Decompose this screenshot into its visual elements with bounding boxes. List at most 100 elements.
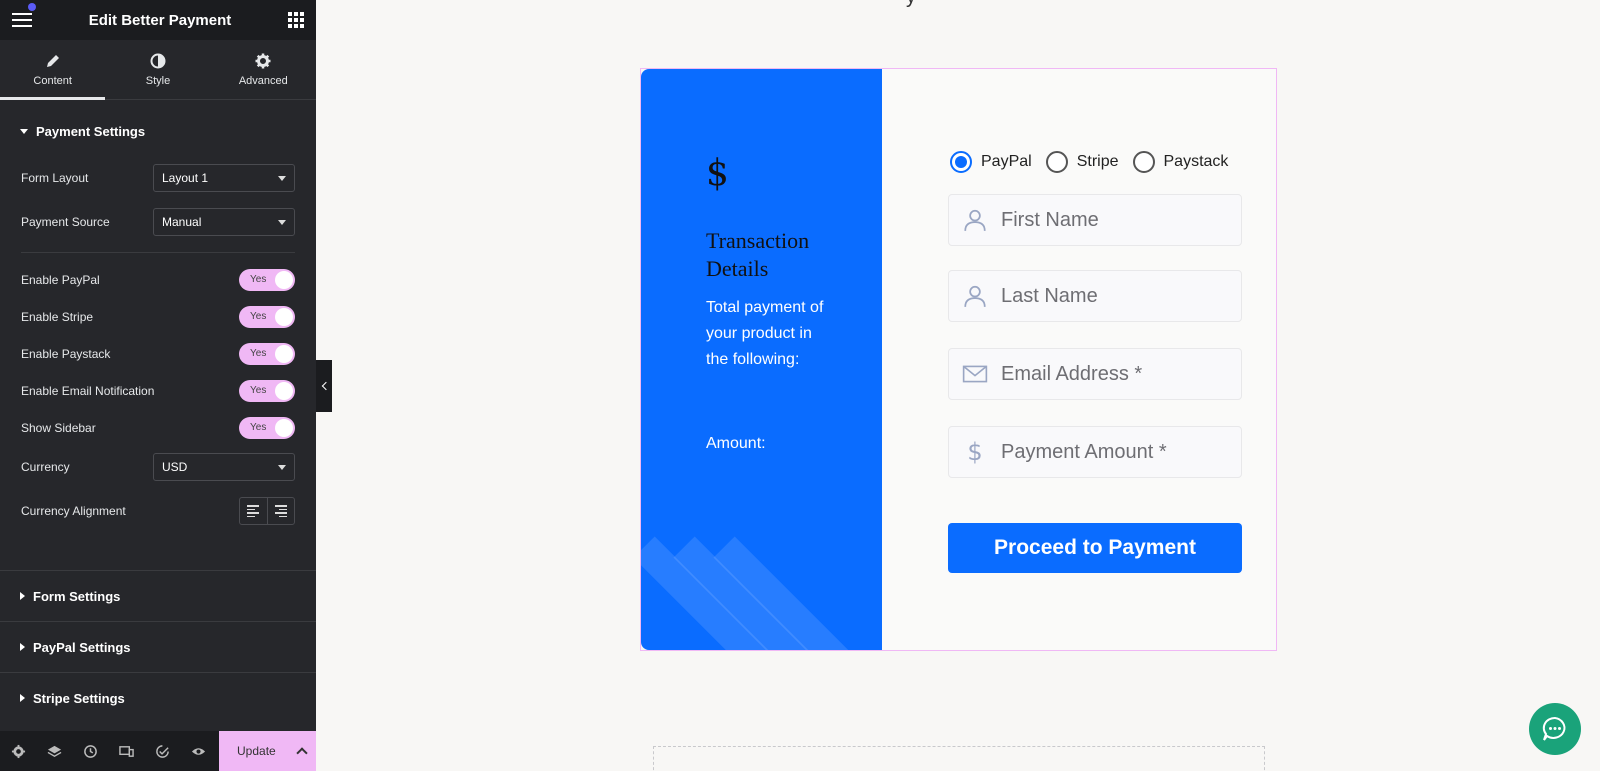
toggle-label: Enable Email Notification [21,383,155,398]
panel-header: Edit Better Payment [0,0,316,40]
radio-label: Paystack [1163,153,1229,170]
tab-style-label: Style [145,74,171,87]
editor-panel: Edit Better Payment Content Style Advanc… [0,0,316,771]
tab-content[interactable]: Content [0,40,106,100]
update-button[interactable]: Update [219,731,316,771]
enable-stripe-toggle[interactable]: Yes [239,305,295,328]
transaction-sidebar: $ Transaction Details Total payment of y… [641,69,882,650]
toggle-label: Enable Stripe [21,309,94,324]
history-icon[interactable] [72,731,108,771]
toggle-state: Yes [250,310,267,322]
chevron-down-icon [278,464,286,470]
last-name-field[interactable]: Last Name [948,270,1242,322]
currency-symbol: $ [706,153,729,194]
payment-source-label: Payment Source [21,215,110,229]
menu-icon[interactable] [12,13,32,27]
dollar-icon: $ [967,438,983,466]
amount-label: Amount: [706,435,766,452]
form-layout-value: Layout 1 [162,171,209,185]
chevron-up-icon[interactable] [296,747,308,759]
settings-icon[interactable] [0,731,36,771]
notification-dot [28,3,36,11]
collapse-panel-button[interactable] [316,360,332,412]
panel-footer: Update [0,731,316,771]
better-payment-widget[interactable]: $ Transaction Details Total payment of y… [640,68,1277,651]
currency-alignment-label: Currency Alignment [21,504,126,518]
align-left-icon[interactable] [240,498,267,524]
currency-select[interactable]: USD [153,453,295,481]
payment-source-row: Payment Source Manual [0,200,316,244]
radio-button[interactable] [1132,151,1155,173]
enable-paystack-toggle[interactable]: Yes [239,342,295,365]
responsive-icon[interactable] [108,731,144,771]
show-sidebar-toggle[interactable]: Yes [239,416,295,439]
update-label: Update [237,744,276,758]
toggle-state: Yes [250,347,267,359]
panel-title: Edit Better Payment [88,11,232,29]
radio-stripe[interactable]: Stripe [1045,151,1119,173]
layers-icon[interactable] [36,731,72,771]
toggle-row-stripe: Enable Stripe Yes [0,298,316,335]
form-layout-label: Form Layout [21,171,89,185]
tab-advanced-label: Advanced [238,74,288,87]
toggle-row-show-sidebar: Show Sidebar Yes [0,409,316,446]
enable-paypal-toggle[interactable]: Yes [239,268,295,291]
section-heading: Form Settings [33,588,121,604]
section-heading: Payment Settings [36,123,146,139]
email-field[interactable]: Email Address * [948,348,1242,400]
stripe-settings-section-toggle[interactable]: Stripe Settings [0,673,316,723]
last-name-placeholder: Last Name [1001,284,1098,307]
payment-method-radios: PayPal Stripe Paystack [950,151,1228,173]
cropped-heading-text: y [906,0,916,9]
align-right-icon[interactable] [267,498,294,524]
radio-label: Stripe [1076,153,1119,170]
toggle-label: Show Sidebar [21,420,96,435]
envelope-icon [961,360,989,388]
currency-value: USD [162,460,188,474]
user-icon [961,206,989,234]
preview-icon[interactable] [180,731,216,771]
gear-icon [255,53,271,68]
currency-alignment-row: Currency Alignment [0,488,316,534]
empty-section-placeholder[interactable] [653,746,1265,771]
currency-label: Currency [21,460,70,474]
caret-right-icon [20,592,25,600]
chevron-down-icon [278,175,286,181]
toggle-state: Yes [250,273,267,285]
half-circle-icon [150,53,166,68]
decorative-stripes [641,536,882,650]
payment-source-select[interactable]: Manual [153,208,295,236]
enable-email-notification-toggle[interactable]: Yes [239,379,295,402]
proceed-to-payment-button[interactable]: Proceed to Payment [948,523,1242,573]
paypal-settings-section-toggle[interactable]: PayPal Settings [0,622,316,672]
chevron-left-icon [321,381,330,391]
radio-label: PayPal [981,153,1032,170]
payment-amount-field[interactable]: $ Payment Amount * [948,426,1242,478]
radio-button-checked[interactable] [950,151,972,173]
chat-bubble-icon[interactable] [1529,703,1581,755]
tab-style[interactable]: Style [105,40,210,99]
payment-amount-placeholder: Payment Amount * [1001,440,1167,463]
radio-paystack[interactable]: Paystack [1132,151,1229,173]
section-heading: Stripe Settings [33,690,125,706]
radio-button[interactable] [1045,151,1068,173]
form-layout-select[interactable]: Layout 1 [153,164,295,192]
radio-paypal[interactable]: PayPal [950,151,1032,173]
section-heading: PayPal Settings [33,639,131,655]
first-name-field[interactable]: First Name [948,194,1242,246]
tab-advanced[interactable]: Advanced [211,40,316,99]
payment-source-value: Manual [162,215,202,229]
form-settings-section-toggle[interactable]: Form Settings [0,571,316,621]
checklist-icon[interactable] [144,731,180,771]
payment-settings-section-toggle[interactable]: Payment Settings [0,106,316,156]
tab-content-label: Content [33,74,72,87]
toggle-state: Yes [250,384,267,396]
transaction-description: Total payment of your product in the fol… [706,299,824,368]
transaction-title: Transaction Details [706,228,810,281]
widgets-grid-icon[interactable] [287,12,304,28]
currency-row: Currency USD [0,446,316,488]
caret-right-icon [20,643,25,651]
toggle-row-paypal: Enable PayPal Yes [0,261,316,298]
user-icon [961,282,989,310]
toggle-row-paystack: Enable Paystack Yes [0,335,316,372]
